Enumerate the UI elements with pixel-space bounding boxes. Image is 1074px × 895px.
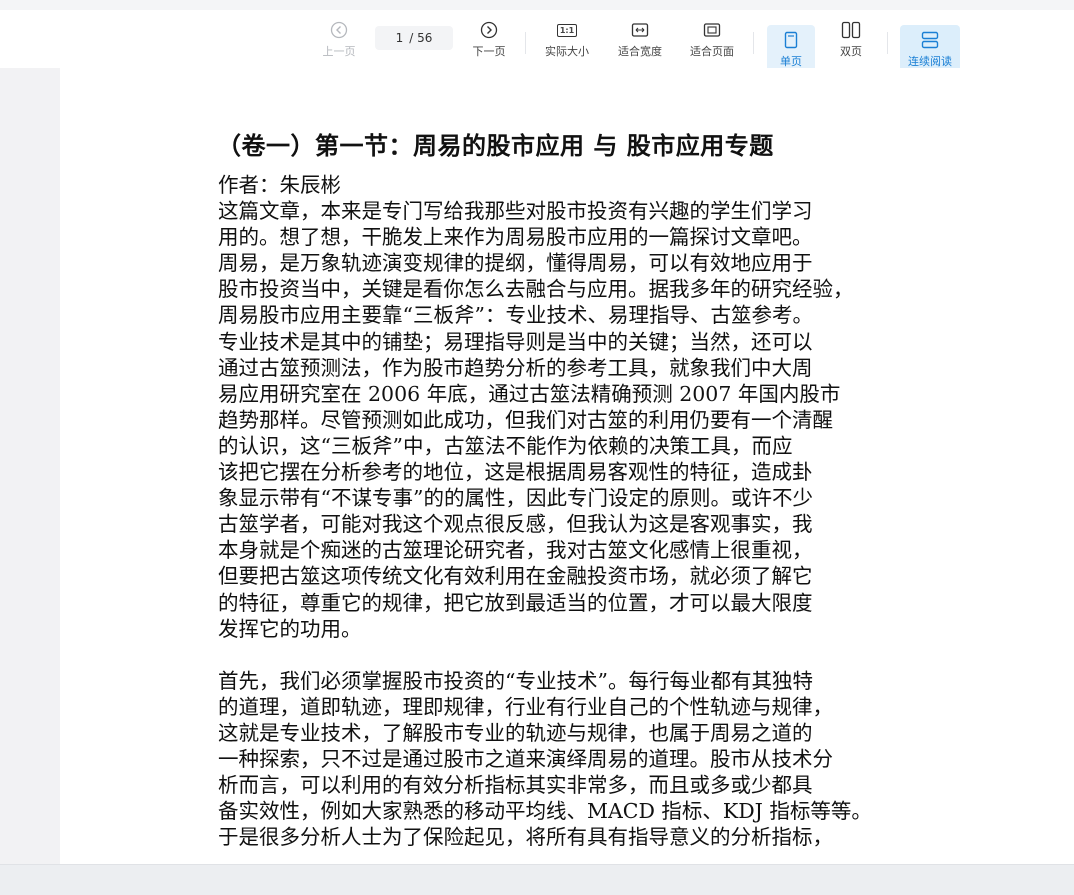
text-line: 的认识，这“三板斧”中，古筮法不能作为依赖的决策工具，而应 <box>218 433 793 458</box>
document-page[interactable]: （卷一）第一节：周易的股市应用 与 股市应用专题 作者：朱辰彬 这篇文章，本来是专… <box>60 68 1074 864</box>
chevron-right-circle-icon <box>480 20 498 40</box>
text-line: 周易股市应用主要靠“三板斧”：专业技术、易理指导、古筮参考。 <box>218 303 813 328</box>
actual-size-label: 实际大小 <box>545 45 589 58</box>
text-line: 析而言，可以利用的有效分析指标其实非常多，而且或多或少都具 <box>218 773 813 798</box>
document-body: 作者：朱辰彬 这篇文章，本来是专门写给我那些对股市投资有兴趣的学生们学习 用的。想了… <box>218 172 958 850</box>
text-line: 易应用研究室在 2006 年底，通过古筮法精确预测 2007 年国内股市 <box>218 381 841 406</box>
text-line: 趋势那样。尽管预测如此成功，但我们对古筮的利用仍要有一个清醒 <box>218 407 833 432</box>
single-page-icon <box>784 30 798 50</box>
text-line: 通过古筮预测法，作为股市趋势分析的参考工具，就象我们中大周 <box>218 355 813 380</box>
text-line: 这篇文章，本来是专门写给我那些对股市投资有兴趣的学生们学习 <box>218 199 813 224</box>
text-line: 一种探索，只不过是通过股市之道来演绎周易的道理。股市从技术分 <box>218 746 833 771</box>
text-line: 首先，我们必须掌握股市投资的“专业技术”。每行每业都有其独特 <box>218 668 813 693</box>
fit-page-button[interactable]: 适合页面 <box>684 20 740 64</box>
prev-page-label: 上一页 <box>322 45 356 58</box>
text-line: 的道理，道即轨迹，理即规律，行业有行业自己的个性轨迹与规律， <box>218 694 833 719</box>
left-margin-panel <box>0 68 60 864</box>
text-line: 股市投资当中，关键是看你怎么去融合与应用。据我多年的研究经验， <box>218 277 854 302</box>
text-line: 本身就是个痴迷的古筮理论研究者，我对古筮文化感情上很重视， <box>218 538 813 563</box>
next-page-button[interactable]: 下一页 <box>468 20 510 64</box>
toolbar-divider <box>525 32 526 54</box>
continuous-reading-label: 连续阅读 <box>908 54 952 68</box>
fit-width-icon <box>631 20 649 40</box>
toolbar: 上一页 1 / 56 下一页 1:1 实际大小 适合宽度 适合页面 单页 双页 … <box>0 0 1074 73</box>
text-line: 专业技术是其中的铺垫；易理指导则是当中的关键；当然，还可以 <box>218 329 813 354</box>
double-page-icon <box>841 20 861 40</box>
prev-page-button[interactable]: 上一页 <box>318 20 360 64</box>
text-line: 于是很多分析人士为了保险起见，将所有具有指导意义的分析指标， <box>218 825 833 850</box>
double-page-button[interactable]: 双页 <box>827 20 875 64</box>
document-title: （卷一）第一节：周易的股市应用 与 股市应用专题 <box>217 132 774 160</box>
toolbar-divider <box>887 32 888 54</box>
fit-page-icon <box>703 20 721 40</box>
fit-page-label: 适合页面 <box>690 45 734 58</box>
text-line: 象显示带有“不谋专事”的的属性，因此专门设定的原则。或许不少 <box>218 486 813 511</box>
fit-width-button[interactable]: 适合宽度 <box>612 20 668 64</box>
toolbar-divider <box>753 32 754 54</box>
one-to-one-icon: 1:1 <box>556 20 578 40</box>
text-line: 备实效性，例如大家熟悉的移动平均线、MACD 指标、KDJ 指标等等。 <box>218 799 872 824</box>
document-author: 作者：朱辰彬 <box>218 173 341 197</box>
single-page-label: 单页 <box>780 54 802 68</box>
text-line: 周易，是万象轨迹演变规律的提纲，懂得周易，可以有效地应用于 <box>218 251 813 276</box>
double-page-label: 双页 <box>840 45 862 58</box>
page-number-box[interactable]: 1 / 56 <box>375 26 453 50</box>
text-line: 这就是专业技术，了解股市专业的轨迹与规律，也属于周易之道的 <box>218 720 813 745</box>
total-pages: / 56 <box>409 31 433 45</box>
continuous-scroll-icon <box>921 30 939 50</box>
actual-size-button[interactable]: 1:1 实际大小 <box>540 20 594 64</box>
text-line: 的特征，尊重它的规律，把它放到最适当的位置，才可以最大限度 <box>218 590 813 615</box>
single-page-button[interactable]: 单页 <box>767 25 815 73</box>
text-line: 该把它摆在分析参考的地位，这是根据周易客观性的特征，造成卦 <box>218 460 813 485</box>
fit-width-label: 适合宽度 <box>618 45 662 58</box>
continuous-reading-button[interactable]: 连续阅读 <box>900 25 960 73</box>
text-line: 但要把古筮这项传统文化有效利用在金融投资市场，就必须了解它 <box>218 564 813 589</box>
text-line: 古筮学者，可能对我这个观点很反感，但我认为这是客观事实，我 <box>218 512 813 537</box>
next-page-label: 下一页 <box>472 45 506 58</box>
current-page-input[interactable]: 1 <box>396 31 404 45</box>
text-line: 用的。想了想，干脆发上来作为周易股市应用的一篇探讨文章吧。 <box>218 225 813 250</box>
text-line: 发挥它的功用。 <box>218 616 362 641</box>
bottom-scrollbar-area[interactable] <box>0 864 1074 895</box>
chevron-left-circle-icon <box>330 20 348 40</box>
